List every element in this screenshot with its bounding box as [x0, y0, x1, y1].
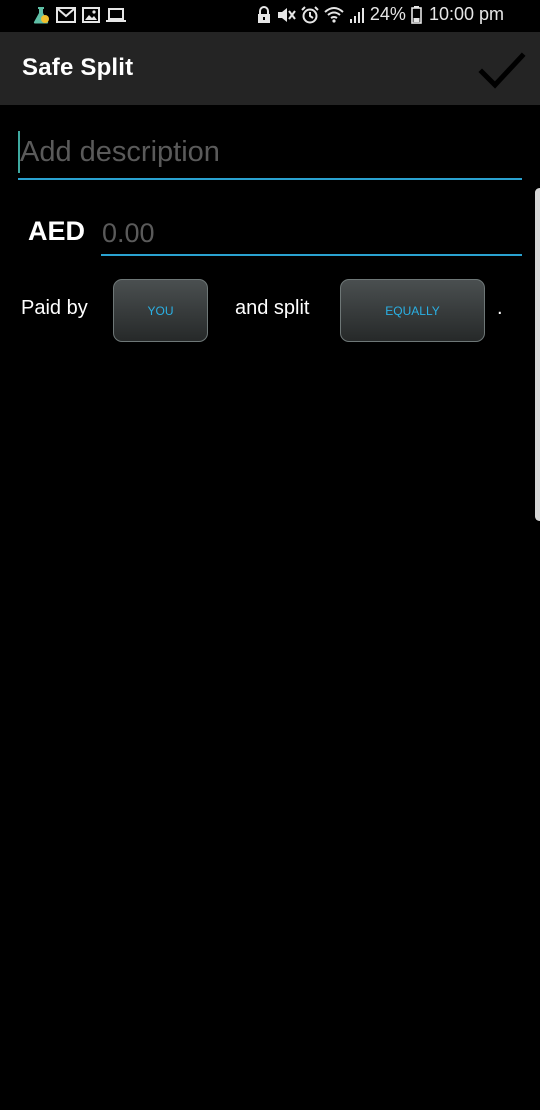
scrollbar[interactable] [535, 188, 540, 521]
paid-by-button[interactable]: YOU [113, 279, 208, 342]
laptop-icon [106, 7, 126, 23]
battery-percent: 24% [369, 4, 406, 24]
description-field-wrapper [18, 128, 524, 180]
mail-icon [56, 7, 76, 23]
checkmark-icon [478, 46, 526, 94]
amount-input[interactable] [101, 212, 523, 254]
status-left-icons [32, 6, 126, 24]
signal-icon [349, 6, 365, 24]
text-cursor [18, 131, 20, 173]
app-title: Safe Split [22, 54, 134, 81]
status-time: 10:00 pm [428, 4, 504, 24]
currency-label: AED [28, 216, 86, 246]
lock-icon [257, 5, 271, 24]
alarm-icon [301, 5, 319, 24]
paid-by-label: Paid by [21, 297, 88, 319]
amount-field-wrapper [101, 212, 523, 256]
mute-icon [276, 6, 296, 24]
flask-icon [32, 6, 50, 24]
sentence-period: . [497, 297, 503, 319]
battery-icon [411, 5, 422, 24]
save-button[interactable] [478, 46, 526, 94]
status-bar: 24% 10:00 pm [0, 0, 540, 32]
app-bar: Safe Split [0, 32, 540, 105]
split-label: and split [235, 297, 310, 319]
status-right-icons: 24% 10:00 pm [257, 4, 504, 25]
image-icon [82, 7, 100, 23]
wifi-icon [324, 6, 344, 24]
description-input[interactable] [18, 128, 524, 176]
split-method-button[interactable]: EQUALLY [340, 279, 485, 342]
